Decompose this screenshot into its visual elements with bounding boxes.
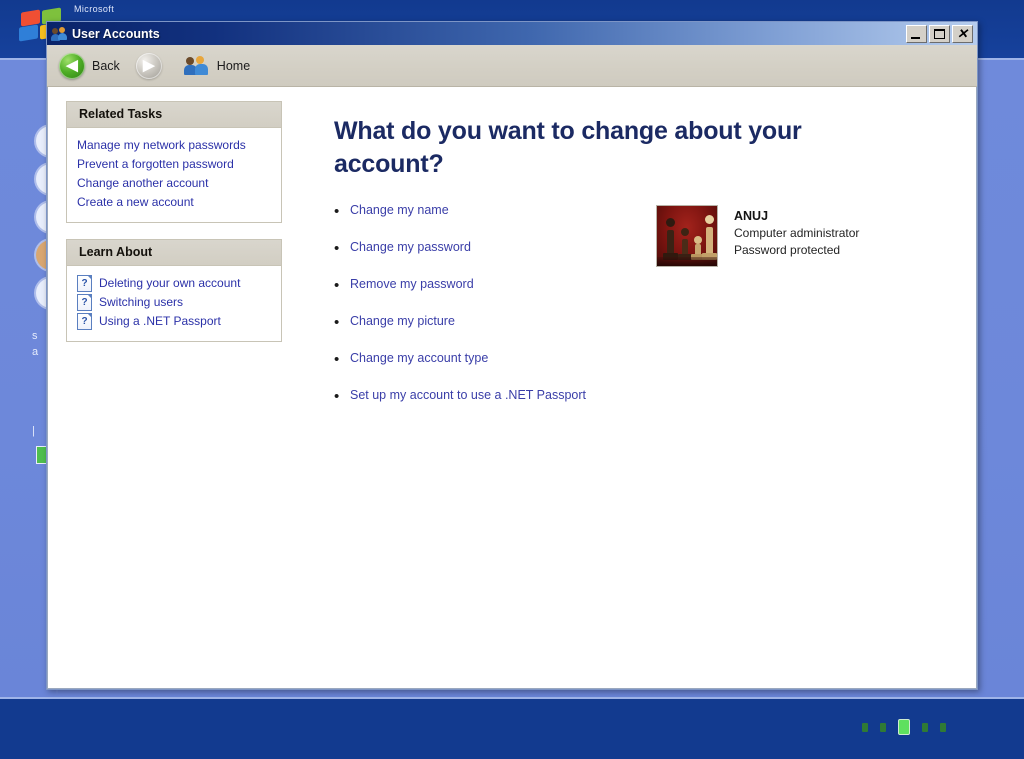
task-link-label[interactable]: Set up my account to use a .NET Passport	[350, 388, 586, 403]
sidebar-link-switching-users[interactable]: ? Switching users	[77, 293, 271, 312]
window-client-area: Related Tasks Manage my network password…	[47, 87, 977, 689]
home-button-label: Home	[216, 58, 251, 73]
home-button[interactable]: Home	[183, 55, 251, 76]
task-link-label[interactable]: Change my password	[350, 240, 471, 255]
sidebar-link-change-another-account[interactable]: Change another account	[77, 174, 271, 193]
help-question-icon: ?	[77, 294, 92, 311]
home-users-icon	[183, 55, 210, 76]
sidebar-link-create-new-account[interactable]: Create a new account	[77, 193, 271, 212]
sidebar-link-deleting-your-own-account[interactable]: ? Deleting your own account	[77, 274, 271, 293]
sidebar-link-using-net-passport[interactable]: ? Using a .NET Passport	[77, 312, 271, 331]
bullet-icon: •	[334, 388, 340, 405]
bullet-icon: •	[334, 351, 340, 368]
help-question-icon: ?	[77, 275, 92, 292]
account-type: Computer administrator	[734, 226, 860, 240]
learn-link-label[interactable]: Switching users	[99, 293, 183, 312]
back-arrow-icon: ◀	[59, 52, 85, 79]
users-icon	[51, 26, 67, 42]
bullet-icon: •	[334, 314, 340, 331]
bullet-icon: •	[334, 203, 340, 220]
task-link-label[interactable]: Change my account type	[350, 351, 488, 366]
back-button-label: Back	[92, 58, 120, 73]
maximize-button[interactable]	[929, 24, 950, 43]
learn-link-label[interactable]: Deleting your own account	[99, 274, 240, 293]
learn-about-panel: Learn About ? Deleting your own account …	[66, 239, 282, 342]
sidebar: Related Tasks Manage my network password…	[48, 87, 294, 688]
related-tasks-header: Related Tasks	[67, 102, 281, 128]
close-icon: ✕	[957, 26, 968, 41]
bullet-icon: •	[334, 240, 340, 257]
welcome-hint-text: s	[32, 330, 38, 342]
task-change-my-picture[interactable]: • Change my picture	[334, 314, 656, 330]
welcome-hint-text: a	[32, 346, 39, 358]
task-change-my-name[interactable]: • Change my name	[334, 203, 656, 219]
task-remove-my-password[interactable]: • Remove my password	[334, 277, 656, 293]
task-link-label[interactable]: Change my name	[350, 203, 449, 218]
learn-about-header: Learn About	[67, 240, 281, 266]
task-setup-net-passport[interactable]: • Set up my account to use a .NET Passpo…	[334, 388, 656, 404]
page-title: What do you want to change about your ac…	[334, 117, 802, 178]
task-change-my-password[interactable]: • Change my password	[334, 240, 656, 256]
account-name: ANUJ	[734, 209, 769, 223]
back-button[interactable]: ◀ Back	[59, 52, 120, 79]
navigation-toolbar: ◀ Back ▶ Home	[47, 45, 977, 87]
chess-account-picture[interactable]	[656, 205, 718, 267]
forward-arrow-icon: ▶	[135, 52, 162, 79]
related-tasks-panel: Related Tasks Manage my network password…	[66, 101, 282, 223]
loading-indicator	[862, 719, 946, 735]
learn-link-label[interactable]: Using a .NET Passport	[99, 312, 221, 331]
current-account-summary: ANUJ Computer administrator Password pro…	[656, 203, 859, 425]
task-change-my-account-type[interactable]: • Change my account type	[334, 351, 656, 367]
user-accounts-window: User Accounts ✕ ◀ Back ▶ Home Related Ta…	[46, 21, 978, 690]
forward-button[interactable]: ▶	[135, 52, 162, 79]
sidebar-link-prevent-forgotten-password[interactable]: Prevent a forgotten password	[77, 155, 271, 174]
close-button[interactable]: ✕	[952, 24, 973, 43]
window-title: User Accounts	[72, 26, 160, 41]
window-title-bar[interactable]: User Accounts ✕	[47, 22, 977, 45]
bullet-icon: •	[334, 277, 340, 294]
welcome-hint-text: |	[32, 425, 35, 437]
sidebar-link-manage-network-passwords[interactable]: Manage my network passwords	[77, 136, 271, 155]
minimize-button[interactable]	[906, 24, 927, 43]
help-question-icon: ?	[77, 313, 92, 330]
main-content: What do you want to change about your ac…	[294, 87, 976, 688]
task-link-label[interactable]: Change my picture	[350, 314, 455, 329]
account-password-status: Password protected	[734, 243, 841, 257]
account-task-list: • Change my name • Change my password • …	[334, 203, 656, 425]
microsoft-brand-text: Microsoft	[74, 4, 115, 14]
task-link-label[interactable]: Remove my password	[350, 277, 474, 292]
